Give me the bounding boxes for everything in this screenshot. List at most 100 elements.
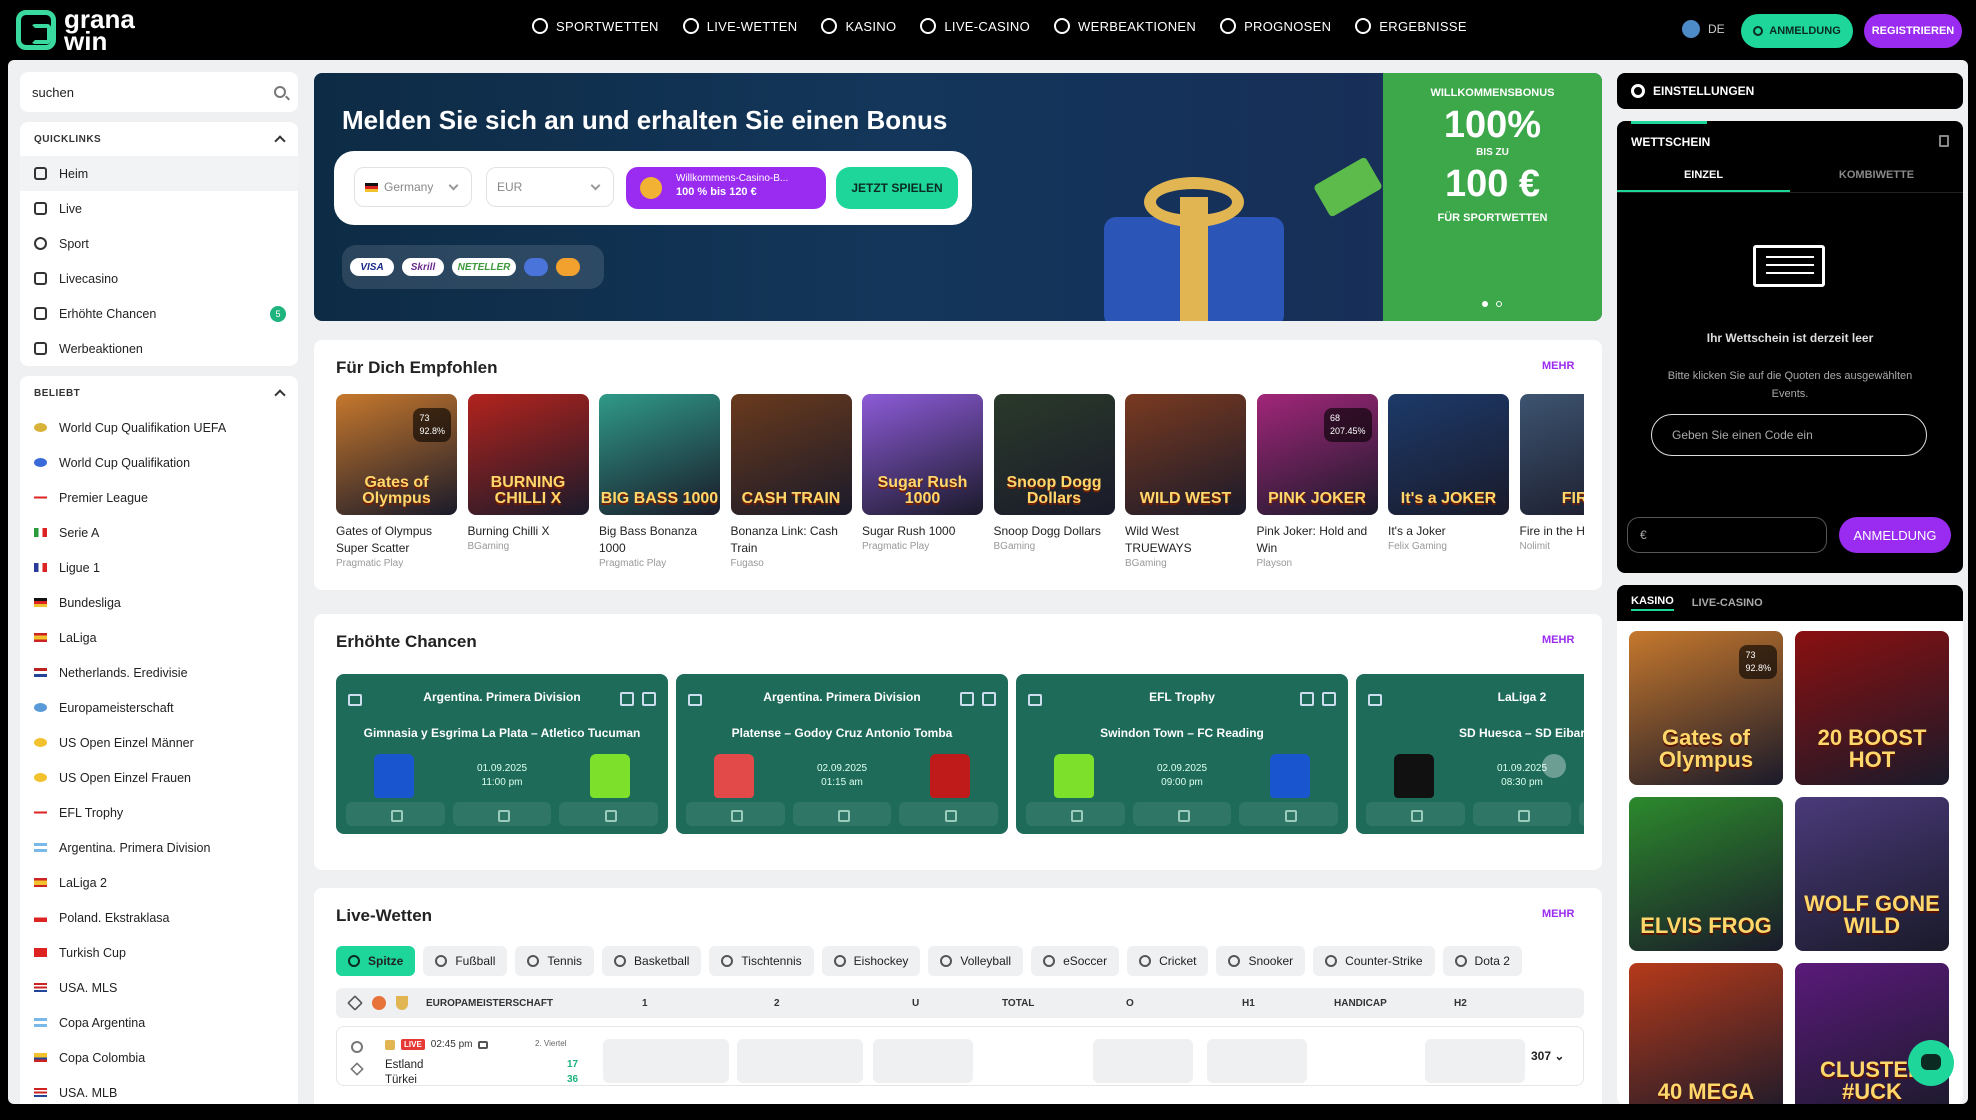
lock-icon[interactable] xyxy=(1366,802,1465,826)
bonus-select[interactable]: Willkommens-Casino-B... 100 % bis 120 € xyxy=(626,167,826,209)
hero-banner[interactable]: Melden Sie sich an und erhalten Sie eine… xyxy=(314,73,1602,321)
tab-live-casino[interactable]: LIVE-CASINO xyxy=(1692,597,1763,609)
odds-cell-total[interactable] xyxy=(985,1039,1085,1083)
carousel-dot[interactable] xyxy=(1482,301,1488,307)
game-thumbnail[interactable]: PINK JOKER 68 207.45% xyxy=(1256,394,1378,515)
tab-kombiwette[interactable]: KOMBIWETTE xyxy=(1790,159,1963,192)
boosted-odds-card[interactable]: Argentina. Primera Division Gimnasia y Es… xyxy=(336,674,668,834)
sport-tab[interactable]: Tennis xyxy=(515,946,595,976)
game-title[interactable]: It's a Joker xyxy=(1388,523,1509,540)
nav-sportwetten[interactable]: SPORTWETTEN xyxy=(532,18,659,34)
sport-tab[interactable]: Tischtennis xyxy=(709,946,814,976)
sidebar-item-live[interactable]: Live xyxy=(20,191,298,226)
lock-icon[interactable] xyxy=(686,802,785,826)
game-title[interactable]: Sugar Rush 1000 xyxy=(862,523,983,540)
currency-select[interactable]: EUR xyxy=(486,167,614,207)
sport-tab[interactable]: eSoccer xyxy=(1031,946,1120,976)
sidebar-item-league[interactable]: Premier League xyxy=(20,480,298,515)
game-thumbnail[interactable]: Sugar Rush 1000 xyxy=(862,394,983,515)
sidebar-item-league[interactable]: USA. MLB xyxy=(20,1075,298,1104)
chart-icon[interactable] xyxy=(642,692,656,706)
sidebar-item-league[interactable]: LaLiga xyxy=(20,620,298,655)
game-thumbnail[interactable]: Gates of Olympus 73 92.8% xyxy=(336,394,457,515)
sidebar-item-league[interactable]: Argentina. Primera Division xyxy=(20,830,298,865)
game-card[interactable]: Gates of Olympus 73 92.8% Gates of Olympus … xyxy=(336,394,457,569)
casino-game-tile[interactable]: 20 BOOST HOT xyxy=(1795,631,1949,785)
carousel-dot[interactable] xyxy=(1496,301,1502,307)
odds-cell-2[interactable] xyxy=(737,1039,863,1083)
stats-icon[interactable] xyxy=(1300,692,1314,706)
search-icon[interactable] xyxy=(274,86,286,98)
sidebar-item-league[interactable]: Serie A xyxy=(20,515,298,550)
tab-kasino[interactable]: KASINO xyxy=(1631,595,1674,611)
sidebar-item-league[interactable]: Europameisterschaft xyxy=(20,690,298,725)
lock-icon[interactable] xyxy=(1239,802,1339,826)
game-card[interactable]: PINK JOKER 68 207.45% Pink Joker: Hold and … xyxy=(1256,394,1378,569)
game-thumbnail[interactable]: WILD WEST xyxy=(1125,394,1246,515)
sidebar-item-league[interactable]: US Open Einzel Frauen xyxy=(20,760,298,795)
game-card[interactable]: BIG BASS 1000 Big Bass Bonanza 1000 Pragma… xyxy=(599,394,720,569)
lock-icon[interactable] xyxy=(559,802,659,826)
sport-tab[interactable]: Volleyball xyxy=(928,946,1024,976)
lock-icon[interactable] xyxy=(1132,802,1232,826)
sidebar-item-heim[interactable]: Heim xyxy=(20,156,298,191)
game-thumbnail[interactable]: BIG BASS 1000 xyxy=(599,394,720,515)
odds-cell-h2[interactable] xyxy=(1425,1039,1525,1083)
game-thumbnail[interactable]: CASH TRAIN xyxy=(730,394,852,515)
lock-icon[interactable] xyxy=(1579,802,1584,826)
video-icon[interactable] xyxy=(478,1040,489,1049)
odds-cell-1[interactable] xyxy=(603,1039,729,1083)
match-row[interactable]: LIVE 02:45 pm 2. Viertel Estland 17 Türk… xyxy=(336,1026,1584,1086)
sidebar-item-league[interactable]: Bundesliga xyxy=(20,585,298,620)
language-selector[interactable]: DE xyxy=(1682,20,1725,38)
search-input[interactable]: suchen xyxy=(20,72,298,112)
country-select[interactable]: Germany xyxy=(354,167,472,207)
game-thumbnail[interactable]: It's a JOKER xyxy=(1388,394,1509,515)
lock-icon[interactable] xyxy=(792,802,892,826)
game-card[interactable]: It's a JOKER It's a Joker Felix Gaming xyxy=(1388,394,1509,552)
sidebar-item-league[interactable]: World Cup Qualifikation UEFA xyxy=(20,410,298,445)
pin-icon[interactable] xyxy=(351,1041,363,1053)
register-button[interactable]: REGISTRIEREN xyxy=(1864,14,1962,48)
casino-game-tile[interactable]: 40 MEGA xyxy=(1629,963,1783,1104)
lock-icon[interactable] xyxy=(899,802,999,826)
sidebar-item-livecasino[interactable]: Livecasino xyxy=(20,261,298,296)
game-card[interactable]: CASH TRAIN Bonanza Link: Cash Train Fugaso xyxy=(730,394,852,569)
tab-einzel[interactable]: EINZEL xyxy=(1617,159,1790,192)
more-link[interactable]: MEHR xyxy=(1542,360,1602,372)
casino-game-tile[interactable]: WOLF GONE WILD xyxy=(1795,797,1949,951)
game-title[interactable]: Wild West TRUEWAYS xyxy=(1125,523,1246,557)
sport-tab[interactable]: Counter-Strike xyxy=(1313,946,1435,976)
star-icon[interactable] xyxy=(347,995,363,1011)
chat-button[interactable] xyxy=(1908,1040,1954,1086)
nav-ergebnisse[interactable]: ERGEBNISSE xyxy=(1355,18,1467,34)
sidebar-item-league[interactable]: Turkish Cup xyxy=(20,935,298,970)
casino-game-tile[interactable]: Gates of Olympus 73 92.8% xyxy=(1629,631,1783,785)
sport-tab[interactable]: Fußball xyxy=(423,946,508,976)
play-now-button[interactable]: JETZT SPIELEN xyxy=(836,167,958,209)
chevron-right-icon[interactable] xyxy=(1542,754,1566,778)
game-title[interactable]: Gates of Olympus Super Scatter xyxy=(336,523,457,557)
star-icon[interactable] xyxy=(350,1062,364,1076)
nav-live-wetten[interactable]: LIVE-WETTEN xyxy=(682,18,798,34)
stats-icon[interactable] xyxy=(960,692,974,706)
nav-werbeaktionen[interactable]: WERBEAKTIONEN xyxy=(1054,18,1196,34)
lock-icon[interactable] xyxy=(1472,802,1572,826)
settings-button[interactable]: EINSTELLUNGEN xyxy=(1617,73,1963,109)
sport-tab[interactable]: Snooker xyxy=(1216,946,1306,976)
game-title[interactable]: Big Bass Bonanza 1000 xyxy=(599,523,720,557)
promo-code-input[interactable]: Geben Sie einen Code ein xyxy=(1651,414,1927,456)
stake-amount-input[interactable]: € xyxy=(1627,517,1827,553)
game-thumbnail[interactable]: FIRE xyxy=(1519,394,1584,515)
game-title[interactable]: Burning Chilli X xyxy=(468,523,589,540)
odds-cell-u[interactable] xyxy=(873,1039,973,1083)
more-link[interactable]: MEHR xyxy=(1542,908,1602,920)
bet-slip-login-button[interactable]: ANMELDUNG xyxy=(1839,517,1951,553)
more-markets-button[interactable]: 307 ⌄ xyxy=(1531,1049,1564,1063)
sidebar-item-league[interactable]: US Open Einzel Männer xyxy=(20,725,298,760)
game-title[interactable]: Fire in the H xyxy=(1520,523,1585,540)
sidebar-item-league[interactable]: Poland. Ekstraklasa xyxy=(20,900,298,935)
sport-tab[interactable]: Spitze xyxy=(336,946,416,976)
sidebar-item-league[interactable]: EFL Trophy xyxy=(20,795,298,830)
sidebar-item-league[interactable]: Copa Argentina xyxy=(20,1005,298,1040)
